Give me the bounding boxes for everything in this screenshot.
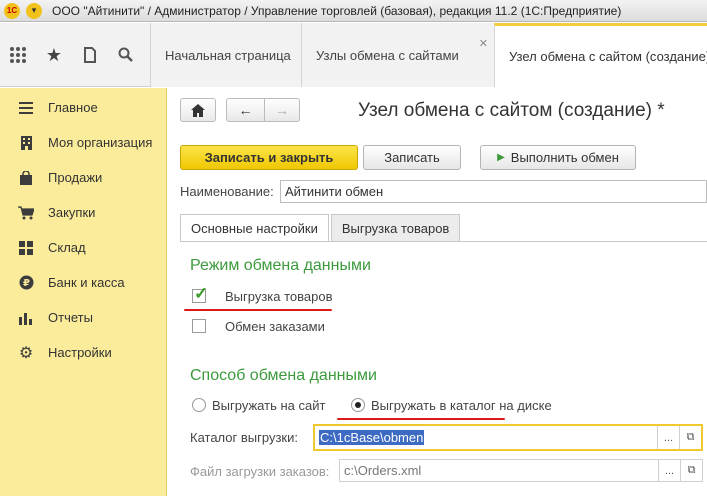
building-icon bbox=[18, 135, 34, 151]
sidebar-item-sales[interactable]: Продажи bbox=[0, 160, 166, 195]
open-icon[interactable]: ⧉ bbox=[680, 460, 702, 481]
sidebar-item-label: Настройки bbox=[48, 345, 112, 360]
toolbar-icons: ★ bbox=[0, 23, 150, 87]
export-goods-label: Выгрузка товаров bbox=[225, 289, 333, 304]
sidebar-item-label: Моя организация bbox=[48, 135, 153, 150]
home-icon bbox=[191, 103, 205, 117]
app-logo-icon: 1C bbox=[4, 2, 20, 19]
menu-lines-icon bbox=[18, 100, 34, 116]
export-to-disk-radio[interactable] bbox=[351, 398, 365, 412]
save-and-close-button[interactable]: Записать и закрыть bbox=[180, 145, 358, 170]
sidebar-item-label: Банк и касса bbox=[48, 275, 125, 290]
warehouse-icon bbox=[18, 240, 34, 256]
sidebar: Главное Моя организация Продажи Закупки … bbox=[0, 88, 167, 496]
name-field[interactable]: Айтинити обмен bbox=[280, 180, 707, 203]
tab-label: Начальная страница bbox=[165, 47, 291, 63]
export-dir-label: Каталог выгрузки: bbox=[190, 430, 298, 445]
run-exchange-button[interactable]: ▶ Выполнить обмен bbox=[480, 145, 636, 170]
highlight-underline bbox=[337, 418, 505, 420]
sidebar-item-bank-cash[interactable]: ₽ Банк и касса bbox=[0, 265, 166, 300]
checkmark-icon: ✓ bbox=[194, 284, 209, 303]
method-section-title: Способ обмена данными bbox=[190, 367, 377, 384]
form-area: ← → Узел обмена с сайтом (создание) * За… bbox=[167, 88, 707, 496]
back-button[interactable]: ← bbox=[226, 98, 264, 122]
forward-button[interactable]: → bbox=[264, 98, 300, 122]
sidebar-item-label: Закупки bbox=[48, 205, 96, 220]
history-icon[interactable] bbox=[72, 37, 108, 73]
sidebar-item-label: Продажи bbox=[48, 170, 103, 185]
button-label: Записать bbox=[384, 150, 440, 165]
radio-selected-dot bbox=[355, 402, 361, 408]
tab-label: Узлы обмена с сайтами bbox=[316, 47, 459, 63]
export-to-site-label: Выгружать на сайт bbox=[212, 398, 326, 413]
window-title: ООО "Айтинити" / Администратор / Управле… bbox=[52, 3, 622, 18]
tab-label: Выгрузка товаров bbox=[341, 221, 450, 236]
title-bar: 1C ▾ ООО "Айтинити" / Администратор / Уп… bbox=[0, 0, 707, 22]
button-label: Выполнить обмен bbox=[510, 150, 619, 165]
tab-exchange-nodes[interactable]: Узлы обмена с сайтами ✕ bbox=[301, 23, 494, 87]
exchange-orders-label: Обмен заказами bbox=[225, 319, 325, 334]
bar-chart-icon bbox=[18, 310, 34, 326]
tab-export-goods[interactable]: Выгрузка товаров bbox=[330, 214, 461, 242]
form-tabs: Основные настройки Выгрузка товаров bbox=[180, 214, 462, 242]
search-icon[interactable] bbox=[108, 37, 144, 73]
home-button[interactable] bbox=[180, 98, 216, 122]
exchange-orders-checkbox[interactable] bbox=[192, 319, 206, 333]
orders-file-field[interactable]: c:\Orders.xml ... ⧉ bbox=[339, 459, 703, 482]
name-value: Айтинити обмен bbox=[285, 184, 384, 199]
orders-file-label: Файл загрузки заказов: bbox=[190, 464, 330, 479]
choose-button[interactable]: ... bbox=[658, 460, 680, 481]
orders-file-value: c:\Orders.xml bbox=[344, 463, 422, 478]
tab-strip: Начальная страница Узлы обмена с сайтами… bbox=[150, 23, 707, 87]
highlight-underline bbox=[184, 309, 332, 311]
arrow-right-icon: → bbox=[275, 102, 289, 118]
export-dir-value: C:\1cBase\obmen bbox=[319, 430, 425, 445]
ruble-coin-icon: ₽ bbox=[18, 275, 34, 291]
export-dir-field[interactable]: C:\1cBase\obmen ... ⧉ bbox=[313, 424, 703, 451]
button-label: Записать и закрыть bbox=[204, 150, 334, 165]
arrow-left-icon: ← bbox=[238, 102, 253, 118]
export-to-site-radio[interactable] bbox=[192, 398, 206, 412]
sidebar-item-label: Отчеты bbox=[48, 310, 93, 325]
svg-text:₽: ₽ bbox=[23, 278, 30, 289]
export-to-disk-label: Выгружать в каталог на диске bbox=[371, 398, 552, 413]
save-button[interactable]: Записать bbox=[363, 145, 461, 170]
top-bar: ★ Начальная страница Узлы обмена с сайта… bbox=[0, 23, 707, 87]
cart-icon bbox=[18, 205, 34, 221]
mode-section-title: Режим обмена данными bbox=[190, 257, 371, 274]
tab-label: Основные настройки bbox=[191, 221, 318, 236]
bag-icon bbox=[18, 170, 34, 186]
star-icon[interactable]: ★ bbox=[36, 37, 72, 73]
apps-grid-icon[interactable] bbox=[0, 37, 36, 73]
sidebar-item-organization[interactable]: Моя организация bbox=[0, 125, 166, 160]
main-menu-button[interactable]: ▾ bbox=[26, 2, 42, 19]
name-label: Наименование: bbox=[180, 184, 274, 199]
sidebar-item-reports[interactable]: Отчеты bbox=[0, 300, 166, 335]
play-icon: ▶ bbox=[497, 152, 505, 163]
sidebar-item-main[interactable]: Главное bbox=[0, 90, 166, 125]
export-goods-checkbox[interactable]: ✓ bbox=[192, 284, 208, 303]
sidebar-item-warehouse[interactable]: Склад bbox=[0, 230, 166, 265]
tab-label: Узел обмена с сайтом (создание) bbox=[509, 49, 707, 64]
tab-main-settings[interactable]: Основные настройки bbox=[180, 214, 329, 242]
tab-home[interactable]: Начальная страница bbox=[150, 23, 301, 87]
close-icon[interactable]: ✕ bbox=[479, 37, 488, 50]
page-title: Узел обмена с сайтом (создание) * bbox=[358, 100, 665, 121]
gear-icon: ⚙ bbox=[18, 344, 34, 362]
sidebar-item-label: Склад bbox=[48, 240, 86, 255]
tab-divider bbox=[180, 241, 707, 242]
tab-exchange-node-create[interactable]: Узел обмена с сайтом (создание) bbox=[494, 23, 707, 87]
sidebar-item-label: Главное bbox=[48, 100, 98, 115]
open-icon[interactable]: ⧉ bbox=[679, 426, 701, 449]
sidebar-item-settings[interactable]: ⚙ Настройки bbox=[0, 335, 166, 370]
sidebar-item-purchases[interactable]: Закупки bbox=[0, 195, 166, 230]
choose-button[interactable]: ... bbox=[657, 426, 679, 449]
